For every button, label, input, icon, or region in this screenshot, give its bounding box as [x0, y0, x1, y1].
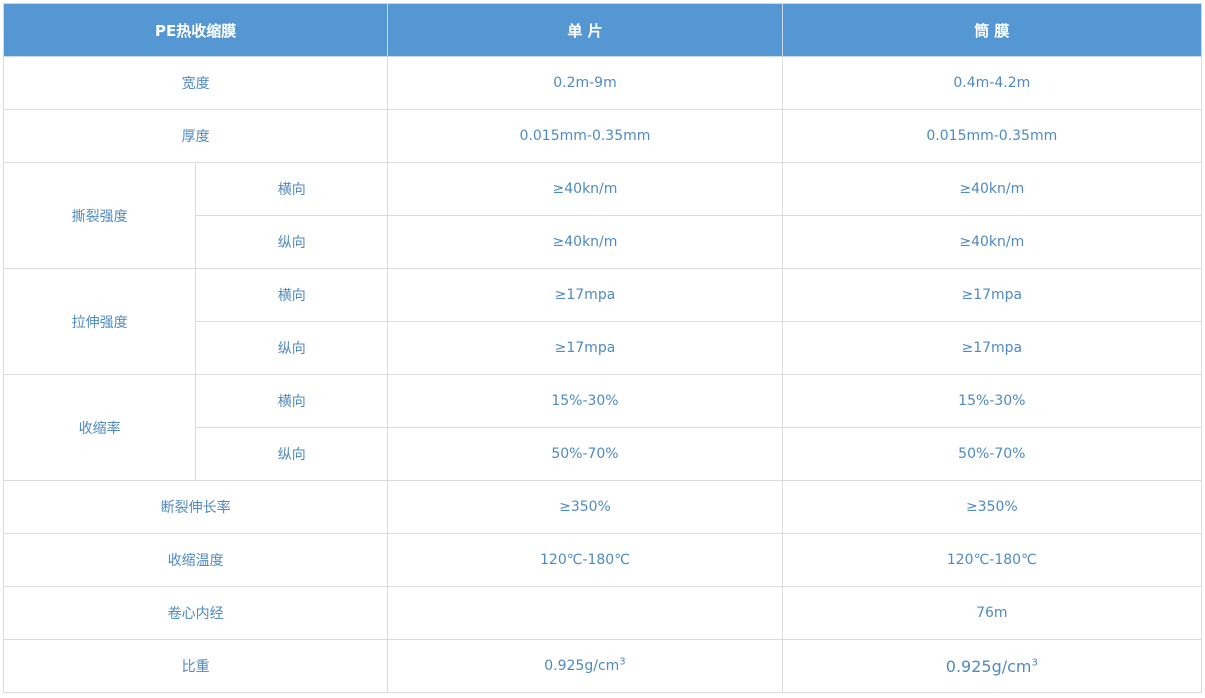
cell-shrink-temp-single: 120℃-180℃ [387, 533, 783, 587]
row-label-tensile: 拉伸强度 [2, 268, 197, 375]
row-label-tear: 撕裂强度 [2, 162, 197, 269]
row-label-shrink: 收缩率 [2, 374, 197, 481]
density-tube-value: 0.925g/cm [945, 656, 1032, 676]
table-row: 拉伸强度 横向 ≥17mpa ≥17mpa [2, 268, 1203, 375]
density-single-value: 0.925g/cm [544, 658, 620, 674]
row-label-core: 卷心内经 [2, 586, 389, 640]
cell-core-tube: 76m [781, 586, 1203, 640]
header-tube: 筒 膜 [781, 3, 1203, 57]
cell-thickness-tube: 0.015mm-0.35mm [781, 109, 1203, 163]
cell-tear-transverse-tube: ≥40kn/m [781, 162, 1203, 216]
cell-shrink-transverse-single: 15%-30% [387, 374, 783, 428]
cell-tear-longitudinal-single: ≥40kn/m [387, 215, 783, 269]
cell-tear-transverse-single: ≥40kn/m [387, 162, 783, 216]
sub-label-shrink-longitudinal: 纵向 [195, 427, 389, 481]
cell-tensile-longitudinal-single: ≥17mpa [387, 321, 783, 375]
cell-shrink-temp-tube: 120℃-180℃ [781, 533, 1203, 587]
header-row: PE热收缩膜 单 片 筒 膜 [2, 3, 1203, 57]
table-row: 撕裂强度 横向 ≥40kn/m ≥40kn/m [2, 162, 1203, 269]
cell-shrink-longitudinal-single: 50%-70% [387, 427, 783, 481]
spec-table-container: PE热收缩膜 单 片 筒 膜 宽度 0.2m-9m 0.4m-4.2m 厚度 0… [2, 3, 1203, 693]
sub-label-tear-transverse: 横向 [195, 162, 389, 216]
cell-elongation-tube: ≥350% [781, 480, 1203, 534]
cell-elongation-single: ≥350% [387, 480, 783, 534]
header-single: 单 片 [387, 3, 783, 57]
sub-label-tear-longitudinal: 纵向 [195, 215, 389, 269]
header-property: PE热收缩膜 [2, 3, 389, 57]
row-label-density: 比重 [2, 639, 389, 693]
row-label-thickness: 厚度 [2, 109, 389, 163]
table-row: 宽度 0.2m-9m 0.4m-4.2m [2, 56, 1203, 110]
table-row: 收缩率 横向 15%-30% 15%-30% [2, 374, 1203, 481]
cell-shrink-longitudinal-tube: 50%-70% [781, 427, 1203, 481]
table-row: 收缩温度 120℃-180℃ 120℃-180℃ [2, 533, 1203, 587]
density-single-exponent: 3 [619, 656, 626, 668]
cell-density-single: 0.925g/cm3 [387, 639, 783, 693]
table-row: 卷心内经 76m [2, 586, 1203, 640]
row-label-shrink-temp: 收缩温度 [2, 533, 389, 587]
cell-core-single [387, 586, 783, 640]
cell-shrink-transverse-tube: 15%-30% [781, 374, 1203, 428]
cell-width-single: 0.2m-9m [387, 56, 783, 110]
table-row: 厚度 0.015mm-0.35mm 0.015mm-0.35mm [2, 109, 1203, 163]
row-label-width: 宽度 [2, 56, 389, 110]
table-header: PE热收缩膜 单 片 筒 膜 [2, 3, 1203, 57]
cell-tensile-transverse-single: ≥17mpa [387, 268, 783, 322]
cell-width-tube: 0.4m-4.2m [781, 56, 1203, 110]
row-label-elongation: 断裂伸长率 [2, 480, 389, 534]
cell-tear-longitudinal-tube: ≥40kn/m [781, 215, 1203, 269]
spec-table: PE热收缩膜 单 片 筒 膜 宽度 0.2m-9m 0.4m-4.2m 厚度 0… [2, 3, 1203, 693]
table-row: 断裂伸长率 ≥350% ≥350% [2, 480, 1203, 534]
table-body: 宽度 0.2m-9m 0.4m-4.2m 厚度 0.015mm-0.35mm 0… [2, 56, 1203, 693]
cell-density-tube: 0.925g/cm3 [781, 639, 1203, 693]
sub-label-tensile-transverse: 横向 [195, 268, 389, 322]
sub-label-tensile-longitudinal: 纵向 [195, 321, 389, 375]
density-tube-exponent: 3 [1031, 657, 1038, 669]
table-row: 比重 0.925g/cm3 0.925g/cm3 [2, 639, 1203, 693]
cell-thickness-single: 0.015mm-0.35mm [387, 109, 783, 163]
sub-label-shrink-transverse: 横向 [195, 374, 389, 428]
cell-tensile-transverse-tube: ≥17mpa [781, 268, 1203, 322]
cell-tensile-longitudinal-tube: ≥17mpa [781, 321, 1203, 375]
